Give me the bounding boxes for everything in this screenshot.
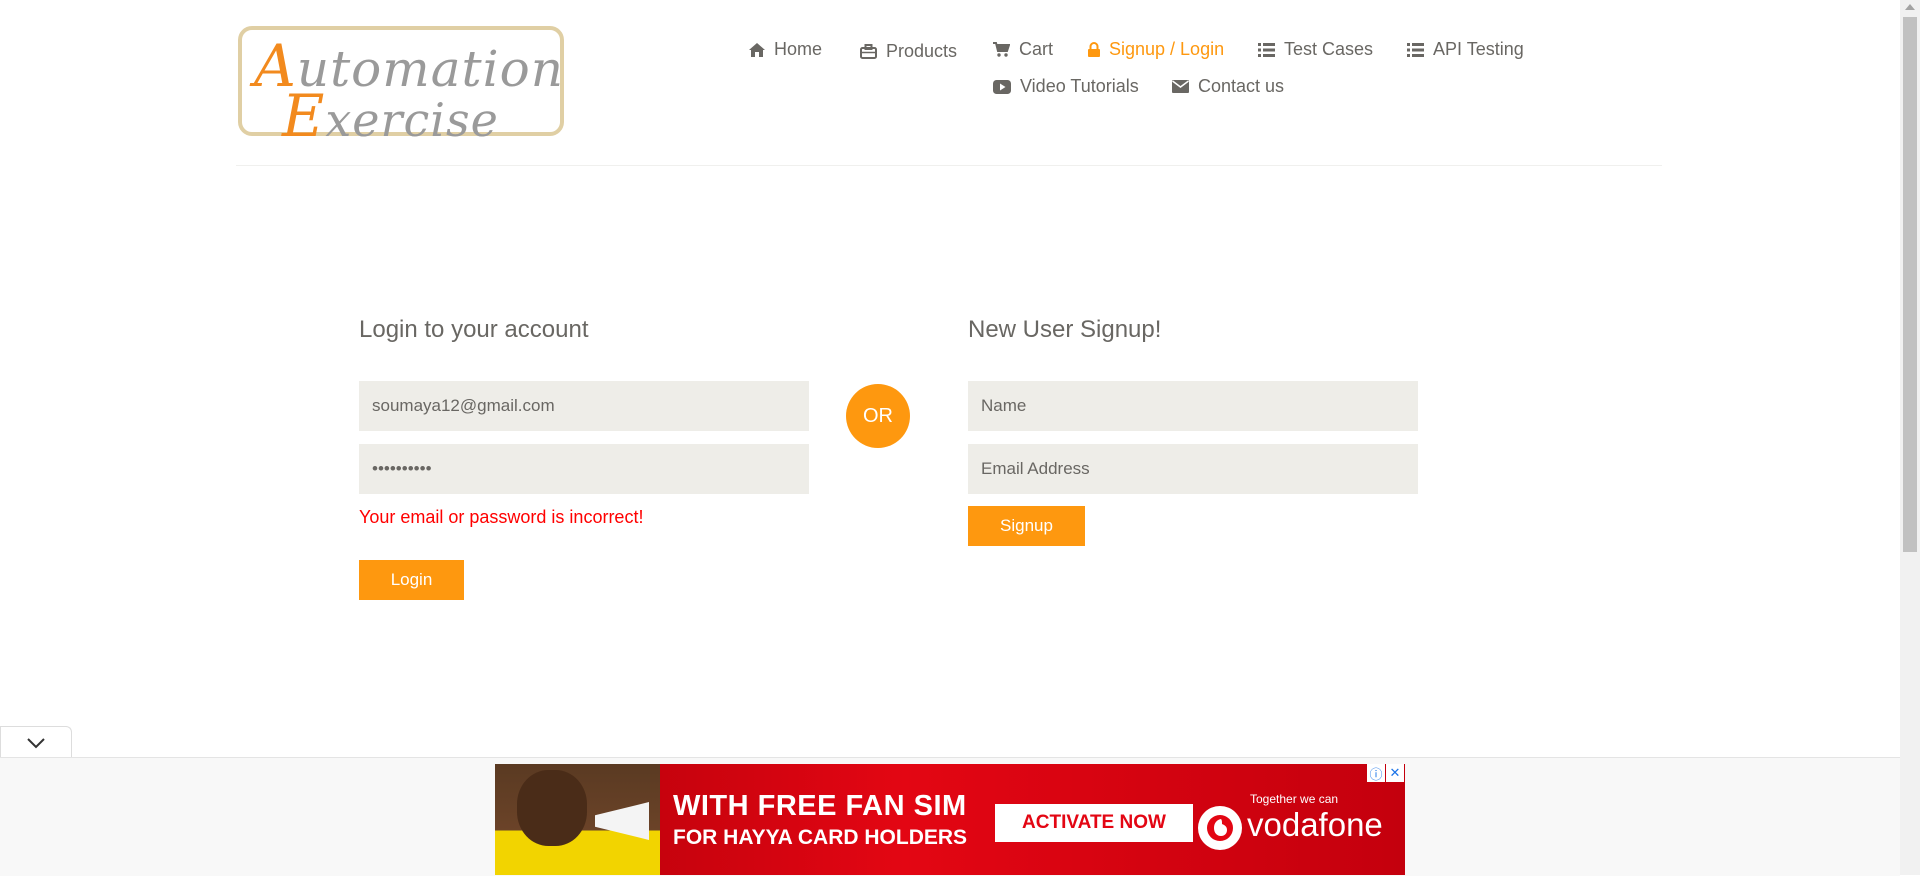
login-error-message: Your email or password is incorrect! (359, 507, 644, 527)
signup-title: New User Signup! (968, 316, 1162, 343)
nav-home[interactable]: Home (749, 39, 822, 60)
nav-products-label: Products (886, 41, 958, 61)
nav-home-label: Home (774, 39, 823, 59)
list-icon (1407, 42, 1424, 57)
ad-person-head (517, 770, 587, 846)
cart-icon (993, 42, 1010, 57)
logo-letter-e: E (282, 82, 326, 150)
ad-headline: WITH FREE FAN SIM (673, 790, 967, 822)
site-header: Automation Exercise Home Products Cart S… (0, 0, 1900, 166)
scroll-up-arrow-icon[interactable] (1905, 4, 1915, 10)
ad-person-image (495, 764, 660, 875)
lock-icon (1088, 42, 1100, 57)
ad-tagline: Together we can (1250, 792, 1339, 806)
login-title: Login to your account (359, 316, 589, 343)
nav-test-cases[interactable]: Test Cases (1258, 39, 1373, 60)
nav-contact-us[interactable]: Contact us (1172, 76, 1284, 97)
ad-subline: FOR HAYYA CARD HOLDERS (673, 826, 968, 849)
ad-banner[interactable]: WITH FREE FAN SIM FOR HAYYA CARD HOLDERS… (495, 764, 1405, 875)
nav-api-testing[interactable]: API Testing (1407, 39, 1524, 60)
signup-button[interactable]: Signup (968, 506, 1085, 546)
chevron-down-icon (27, 737, 45, 748)
nav-video-tutorials-label: Video Tutorials (1020, 76, 1139, 96)
nav-signup-login[interactable]: Signup / Login (1088, 39, 1224, 60)
envelope-icon (1172, 80, 1189, 93)
nav-products[interactable]: Products (860, 41, 957, 62)
nav-contact-us-label: Contact us (1198, 76, 1285, 96)
signup-name-input[interactable] (968, 381, 1418, 431)
megaphone-icon (595, 802, 649, 840)
nav-video-tutorials[interactable]: Video Tutorials (993, 76, 1139, 97)
nav-cart-label: Cart (1019, 39, 1054, 59)
ad-info-icon[interactable]: ⓘ (1367, 764, 1385, 782)
nav-test-cases-label: Test Cases (1284, 39, 1374, 59)
briefcase-icon (860, 44, 877, 59)
ad-activate-button[interactable]: ACTIVATE NOW (995, 804, 1193, 842)
page-scrollbar[interactable] (1900, 0, 1920, 875)
ad-collapse-toggle[interactable] (0, 726, 72, 758)
nav-cart[interactable]: Cart (993, 39, 1053, 60)
list-icon (1258, 42, 1275, 57)
login-email-input[interactable] (359, 381, 809, 431)
ad-brand: vodafone (1247, 806, 1383, 843)
logo-word-2: xercise (325, 93, 499, 147)
header-divider (236, 165, 1662, 166)
home-icon (749, 42, 765, 57)
site-logo[interactable]: Automation Exercise (238, 26, 564, 150)
youtube-play-icon (993, 79, 1011, 94)
vodafone-logo-icon (1198, 806, 1242, 850)
nav-signup-login-label: Signup / Login (1109, 39, 1225, 59)
login-button[interactable]: Login (359, 560, 464, 600)
scrollbar-thumb[interactable] (1903, 17, 1917, 552)
login-password-input[interactable] (359, 444, 809, 494)
ad-close-icon[interactable]: ✕ (1386, 764, 1404, 782)
signup-email-input[interactable] (968, 444, 1418, 494)
or-divider: OR (846, 384, 910, 448)
nav-api-testing-label: API Testing (1433, 39, 1524, 59)
